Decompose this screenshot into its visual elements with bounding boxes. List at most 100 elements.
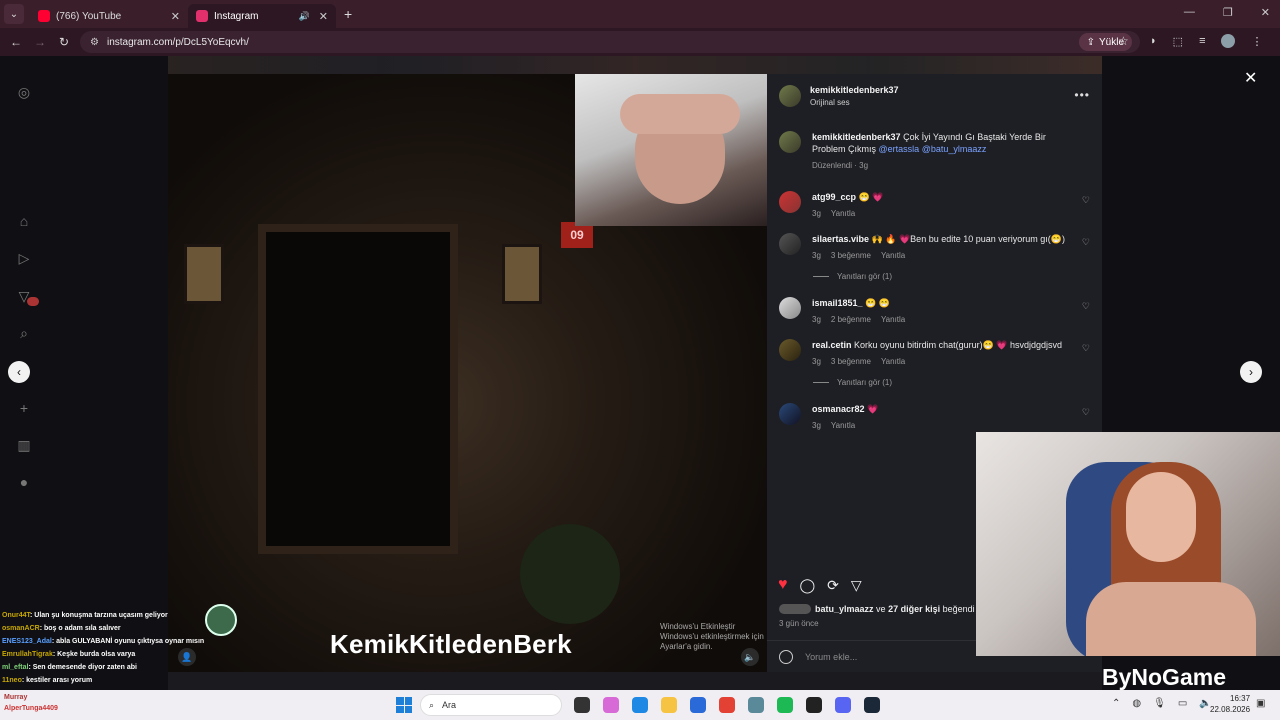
reply-button[interactable]: Yanıtla: [831, 209, 855, 218]
repost-icon[interactable]: ⟳: [827, 577, 839, 594]
more-options-icon[interactable]: •••: [1074, 88, 1090, 102]
instagram-logo-icon[interactable]: ◎: [16, 84, 32, 100]
audio-label[interactable]: Orijinal ses: [810, 98, 899, 107]
copilot-icon[interactable]: [603, 697, 619, 713]
bookmark-star-icon[interactable]: ☆: [1118, 34, 1129, 48]
maximize-icon[interactable]: ❐: [1223, 6, 1233, 19]
next-post-button[interactable]: ›: [1240, 361, 1262, 383]
like-heart-icon[interactable]: ♥: [778, 576, 788, 594]
obs-icon[interactable]: [806, 697, 822, 713]
avatar[interactable]: [779, 191, 801, 213]
comment-author[interactable]: atg99_ccp: [812, 192, 856, 202]
reply-button[interactable]: Yanıtla: [881, 251, 905, 260]
minimize-icon[interactable]: —: [1184, 6, 1195, 19]
profile-icon[interactable]: ●: [16, 474, 32, 490]
store-icon[interactable]: [690, 697, 706, 713]
close-window-icon[interactable]: ✕: [1261, 6, 1270, 19]
extension-icon[interactable]: ◗: [1150, 35, 1157, 47]
steam-icon[interactable]: [864, 697, 880, 713]
heart-icon[interactable]: ♡: [1082, 343, 1090, 354]
file-explorer-icon[interactable]: [661, 697, 677, 713]
avatar[interactable]: [779, 403, 801, 425]
comment-icon[interactable]: ◯: [800, 577, 816, 594]
streamer-avatar: [205, 604, 237, 636]
close-icon[interactable]: ✕: [319, 10, 328, 23]
heart-icon[interactable]: ♡: [1082, 195, 1090, 206]
facecam-overlay: [575, 74, 767, 226]
start-button[interactable]: [396, 697, 412, 713]
edge-icon[interactable]: [632, 697, 648, 713]
mention-link[interactable]: @batu_ylmaazz: [922, 144, 987, 154]
comment-text: 😁 💗: [858, 192, 884, 202]
network-icon[interactable]: ◍: [1132, 698, 1141, 709]
view-replies-button[interactable]: Yanıtları gör (1): [813, 378, 1102, 387]
post-video[interactable]: 09 Windows'u Etkinleştir Windows'u etkin…: [168, 74, 767, 672]
microphone-icon[interactable]: 🎙: [1153, 698, 1166, 709]
site-info-icon[interactable]: ⚙: [90, 37, 99, 48]
home-icon[interactable]: ⌂: [16, 213, 32, 229]
close-icon[interactable]: ✕: [171, 10, 180, 23]
heart-icon[interactable]: ♡: [1082, 301, 1090, 312]
search-icon[interactable]: ⌕: [16, 325, 32, 341]
tab-youtube[interactable]: (766) YouTube ✕: [30, 4, 188, 28]
menu-dots-icon[interactable]: ⋮: [1251, 35, 1262, 48]
comment-author[interactable]: osmanacr82: [812, 404, 865, 414]
share-icon[interactable]: ▽: [851, 577, 862, 594]
avatar[interactable]: [779, 131, 801, 153]
tab-instagram[interactable]: Instagram 🔊 ✕: [188, 4, 336, 28]
reels-icon[interactable]: ▷: [16, 250, 32, 266]
heart-icon[interactable]: ♡: [1082, 237, 1090, 248]
forward-button[interactable]: →: [28, 35, 52, 49]
comment-author[interactable]: real.cetin: [812, 340, 852, 350]
create-icon[interactable]: +: [16, 400, 32, 416]
mute-button[interactable]: 🔈: [741, 648, 759, 666]
mention-link[interactable]: @ertassla: [879, 144, 920, 154]
task-view-icon[interactable]: [574, 697, 590, 713]
puzzle-icon[interactable]: ⬚: [1173, 35, 1183, 48]
comment-item: atg99_ccp 😁 💗 3g Yanıtla ♡: [767, 191, 1102, 218]
spotify-icon[interactable]: [777, 697, 793, 713]
previous-post-button[interactable]: ‹: [8, 361, 30, 383]
likes-summary[interactable]: batu_ylmaazz ve 27 diğer kişi beğendi: [779, 604, 975, 614]
notification-icon[interactable]: ▣: [1256, 698, 1265, 709]
dashboard-icon[interactable]: ▥: [16, 437, 32, 453]
chat-message: Onur44T: Ulan şu konuşma tarzına uçasım …: [2, 612, 168, 619]
close-icon[interactable]: ✕: [1244, 68, 1257, 88]
address-bar[interactable]: ⚙ instagram.com/p/DcL5YoEqcvh/ ⇪ Yükle: [80, 31, 1140, 53]
chevron-up-icon[interactable]: ⌃: [1112, 698, 1120, 709]
reload-button[interactable]: ↻: [52, 35, 76, 49]
like-count[interactable]: 3 beğenme: [831, 251, 871, 260]
display-icon[interactable]: ▭: [1178, 698, 1187, 709]
avatar[interactable]: [779, 233, 801, 255]
comment-author[interactable]: silaertas.vibe: [812, 234, 869, 244]
author-name[interactable]: kemikkitledenberk37: [810, 85, 899, 95]
chat-message: EmrullahTigrak: Keşke burda olsa varya: [2, 651, 136, 658]
avatar[interactable]: [779, 297, 801, 319]
profile-avatar[interactable]: [1221, 34, 1236, 48]
media-controls-icon[interactable]: ≡: [1199, 35, 1205, 47]
avatar[interactable]: [779, 85, 801, 107]
view-replies-button[interactable]: Yanıtları gör (1): [813, 272, 1102, 281]
tab-search-button[interactable]: ⌄: [4, 4, 24, 24]
chrome-icon[interactable]: [719, 697, 735, 713]
reply-button[interactable]: Yanıtla: [831, 421, 855, 430]
taskbar-apps: [574, 697, 880, 713]
avatar[interactable]: [779, 339, 801, 361]
new-tab-button[interactable]: +: [344, 6, 352, 22]
taskbar-clock[interactable]: 16:37 22.08.2026: [1210, 693, 1250, 715]
emoji-icon[interactable]: [779, 649, 793, 664]
heart-icon[interactable]: ♡: [1082, 407, 1090, 418]
taskbar-search[interactable]: ⌕ Ara: [420, 694, 562, 716]
discord-icon[interactable]: [835, 697, 851, 713]
caption-author[interactable]: kemikkitledenberk37: [812, 132, 901, 142]
like-count[interactable]: 2 beğenme: [831, 315, 871, 324]
reply-button[interactable]: Yanıtla: [881, 315, 905, 324]
settings-icon[interactable]: [748, 697, 764, 713]
comment-author[interactable]: ismail1851_: [812, 298, 863, 308]
comment-item: real.cetin Korku oyunu bitirdim chat(gur…: [767, 339, 1102, 366]
speaker-icon[interactable]: 🔊: [299, 11, 310, 22]
back-button[interactable]: ←: [4, 35, 28, 49]
chat-message: ENES123_Adal: abla GULYABANİ oyunu çıktı…: [2, 638, 205, 645]
like-count[interactable]: 3 beğenme: [831, 357, 871, 366]
reply-button[interactable]: Yanıtla: [881, 357, 905, 366]
